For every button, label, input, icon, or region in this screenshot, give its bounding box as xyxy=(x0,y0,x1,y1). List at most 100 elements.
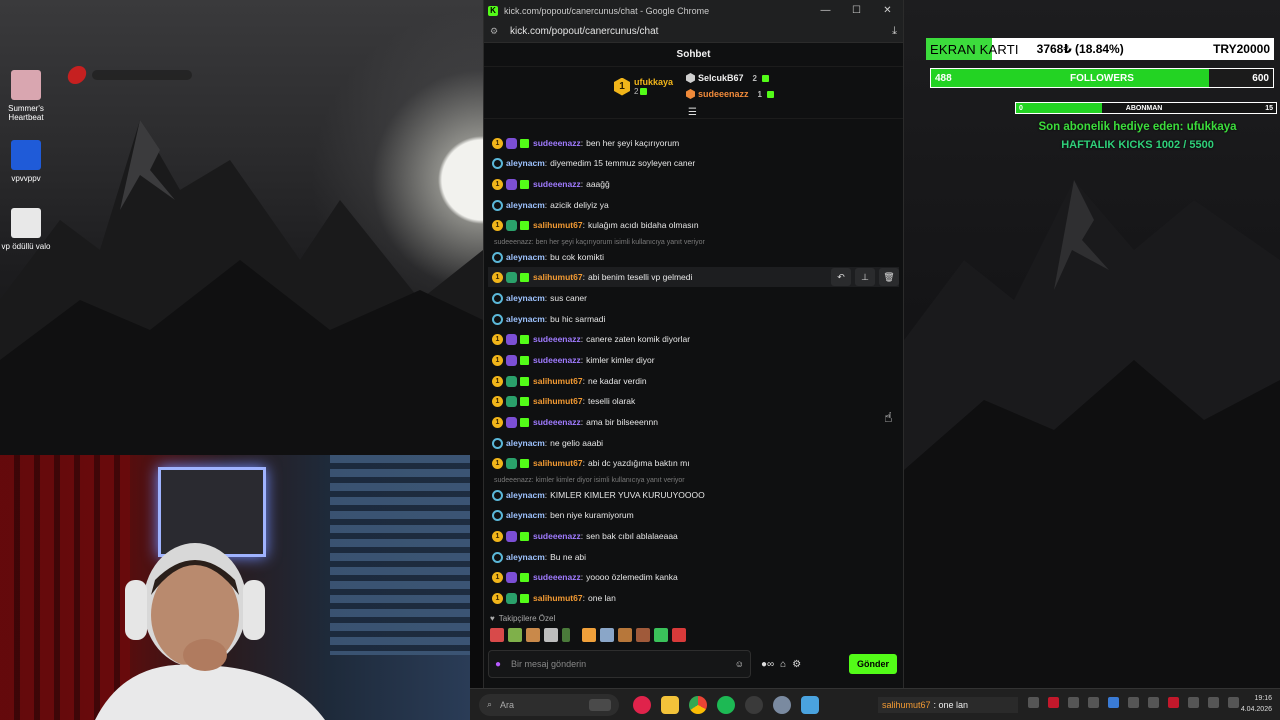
chat-message[interactable]: 1 salihumut67: kulağım acıdı bidaha olması… xyxy=(492,215,897,235)
steam-icon[interactable] xyxy=(1128,697,1139,708)
chat-message[interactable]: 1 salihumut67: teselli olarak xyxy=(492,391,897,411)
chat-message[interactable]: 1 sudeeenazz: ben her şeyi kaçırıyorum xyxy=(492,133,897,153)
system-clock[interactable]: 19:16 4.04.2026 xyxy=(1241,693,1272,715)
emote-button[interactable] xyxy=(544,628,558,642)
chat-message[interactable]: aleynacm: bu hic sarmadi xyxy=(492,309,897,329)
chat-username[interactable]: aleynacm xyxy=(506,200,545,210)
delete-icon[interactable]: 🗑 xyxy=(879,268,899,286)
store-icon[interactable]: ⌂ xyxy=(780,659,786,670)
emote-button[interactable] xyxy=(618,628,632,642)
chat-message[interactable]: 1 salihumut67: one lan xyxy=(492,588,897,608)
chat-username[interactable]: aleynacm xyxy=(506,490,545,500)
tray-icon[interactable] xyxy=(1108,697,1119,708)
taskbar-search[interactable]: ⌕ Ara xyxy=(479,693,619,716)
settings-gear-icon[interactable]: ⚙ xyxy=(792,659,801,670)
minimize-button[interactable]: — xyxy=(810,5,841,16)
chat-username[interactable]: salihumut67 xyxy=(533,272,583,282)
chat-username[interactable]: sudeeenazz xyxy=(533,417,581,427)
site-settings-icon[interactable]: ⚙ xyxy=(490,26,500,37)
chat-message[interactable]: 1 sudeeenazz: sen bak cıbıl ablalaeaaa xyxy=(492,526,897,546)
tray-icon[interactable] xyxy=(1148,697,1159,708)
settings-app-icon[interactable] xyxy=(801,695,819,714)
emote-button[interactable] xyxy=(636,628,650,642)
tray-icon[interactable] xyxy=(1048,697,1059,708)
chat-message[interactable]: aleynacm: Bu ne abi xyxy=(492,547,897,567)
chat-message[interactable]: 1 sudeeenazz: aaağğ xyxy=(492,174,897,194)
chat-message[interactable]: aleynacm: ben niye kuramiyorum xyxy=(492,505,897,525)
chat-message[interactable]: aleynacm: azicik deliyiz ya xyxy=(492,195,897,215)
volume-icon[interactable] xyxy=(1228,697,1239,708)
chat-username[interactable]: salihumut67 xyxy=(533,396,583,406)
address-bar[interactable]: ⚙ kick.com/popout/canercunus/chat ⤓ xyxy=(484,21,903,43)
maximize-button[interactable]: ☐ xyxy=(841,5,872,16)
chat-message[interactable]: 1 sudeeenazz: kimler kimler diyor xyxy=(492,350,897,370)
chat-username[interactable]: salihumut67 xyxy=(533,220,583,230)
chat-message[interactable]: 1 salihumut67: abi benim teselli vp gelmed… xyxy=(488,267,899,287)
chat-username[interactable]: salihumut67 xyxy=(533,593,583,603)
chat-username[interactable]: salihumut67 xyxy=(533,458,583,468)
obs-icon[interactable] xyxy=(745,695,763,714)
chat-username[interactable]: salihumut67 xyxy=(533,376,583,386)
emote-button[interactable] xyxy=(672,628,686,642)
chat-username[interactable]: sudeeenazz xyxy=(533,531,581,541)
tray-icon[interactable] xyxy=(1088,697,1099,708)
collapse-gifters-icon[interactable]: ☰ xyxy=(688,107,697,118)
chat-message[interactable]: aleynacm: bu cok komikti xyxy=(492,247,897,267)
close-button[interactable]: ✕ xyxy=(872,5,903,16)
tray-icon[interactable] xyxy=(1028,697,1039,708)
chat-message[interactable]: 1 salihumut67: abi dc yazdığıma baktın mı xyxy=(492,453,897,473)
desktop-icon-vpvvppv[interactable]: vpvvppv xyxy=(0,140,52,183)
emote-button[interactable] xyxy=(508,628,522,642)
emote-button[interactable] xyxy=(490,628,504,642)
chat-username[interactable]: aleynacm xyxy=(506,438,545,448)
chat-username[interactable]: aleynacm xyxy=(506,552,545,562)
emote-button[interactable] xyxy=(526,628,540,642)
pin-icon[interactable]: ⊥ xyxy=(855,268,875,286)
media-player-icon[interactable] xyxy=(633,695,651,714)
send-button[interactable]: Gönder xyxy=(849,654,897,674)
chat-input[interactable]: ● Bir mesaj gönderin ☺ xyxy=(488,650,751,678)
window-titlebar[interactable]: K kick.com/popout/canercunus/chat - Goog… xyxy=(484,0,903,21)
tray-icon[interactable] xyxy=(1068,697,1079,708)
emote-button[interactable] xyxy=(600,628,614,642)
chat-username[interactable]: aleynacm xyxy=(506,252,545,262)
emote-button[interactable] xyxy=(582,628,596,642)
chat-username[interactable]: sudeeenazz xyxy=(533,334,581,344)
kicks-icon[interactable]: ●∞ xyxy=(761,659,774,670)
wifi-icon[interactable] xyxy=(1208,697,1219,708)
microphone-icon[interactable]: ● xyxy=(495,659,501,670)
chrome-icon[interactable] xyxy=(689,695,707,714)
chat-username[interactable]: aleynacm xyxy=(506,510,545,520)
chat-username[interactable]: sudeeenazz xyxy=(533,179,581,189)
chat-username[interactable]: sudeeenazz xyxy=(533,355,581,365)
chat-username[interactable]: aleynacm xyxy=(506,293,545,303)
reply-icon[interactable]: ↶ xyxy=(831,268,851,286)
chat-username[interactable]: aleynacm xyxy=(506,314,545,324)
chat-message[interactable]: 1 salihumut67: ne kadar verdin xyxy=(492,371,897,391)
microphone-tray-icon[interactable] xyxy=(1188,697,1199,708)
spotify-icon[interactable] xyxy=(717,695,735,714)
chat-message[interactable]: 1 sudeeenazz: canere zaten komik diyorlar xyxy=(492,329,897,349)
emote-button[interactable] xyxy=(654,628,668,642)
chat-message[interactable]: aleynacm: diyemedim 15 temmuz soyleyen ca… xyxy=(492,153,897,173)
chat-username[interactable]: sudeeenazz xyxy=(533,572,581,582)
chat-message[interactable]: 1 sudeeenazz: yoooo özlemedim kanka xyxy=(492,567,897,587)
top-gifter-1[interactable]: 1 ufukkaya 2 xyxy=(614,77,673,96)
top-gifter-3[interactable]: sudeeenazz 1 xyxy=(686,89,774,99)
emote-button[interactable] xyxy=(562,628,570,642)
download-icon[interactable]: ⤓ xyxy=(892,25,897,38)
chat-username[interactable]: aleynacm xyxy=(506,158,545,168)
app-icon[interactable] xyxy=(773,695,791,714)
chat-message[interactable]: aleynacm: ne gelio aaabi xyxy=(492,433,897,453)
chat-message[interactable]: 1 sudeeenazz: ama bir bilseeennn xyxy=(492,412,897,432)
address-url[interactable]: kick.com/popout/canercunus/chat xyxy=(510,26,658,37)
file-explorer-icon[interactable] xyxy=(661,695,679,714)
desktop-icon-summers-heartbeat[interactable]: Summer's Heartbeat xyxy=(0,70,52,122)
chat-message[interactable]: aleynacm: KIMLER KIMLER YUVA KURUUYOOOO xyxy=(492,485,897,505)
desktop-icon-vp-odullu-valo[interactable]: vp ödüllü valo xyxy=(0,208,52,251)
chat-message[interactable]: aleynacm: sus caner xyxy=(492,288,897,308)
chat-username[interactable]: sudeeenazz xyxy=(533,138,581,148)
tray-icon[interactable] xyxy=(1168,697,1179,708)
top-gifter-2[interactable]: SelcukB67 2 xyxy=(686,73,769,83)
emoji-icon[interactable]: ☺ xyxy=(735,659,744,669)
